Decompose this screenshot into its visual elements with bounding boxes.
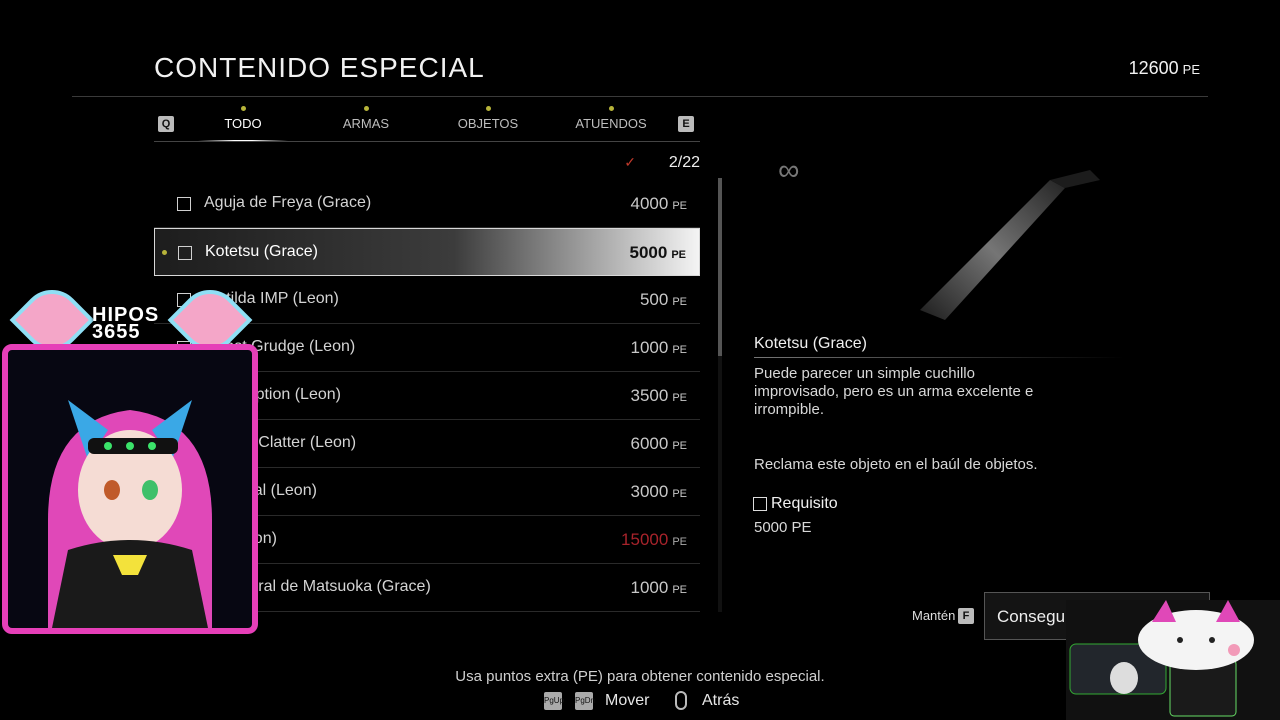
price-value: 3000	[630, 482, 669, 501]
check-icon: ✓	[624, 154, 636, 170]
price-value: 4000	[630, 194, 669, 213]
price-value: 15000	[621, 530, 669, 549]
price-unit: PE	[672, 584, 687, 596]
requirement-label: Requisito	[771, 495, 838, 512]
hold-label: Mantén	[912, 608, 956, 623]
item-price: 1000 PE	[630, 578, 687, 598]
overlay-brand: HIPOS 3655	[92, 305, 159, 343]
price-value: 3500	[630, 386, 669, 405]
mouse-icon	[675, 691, 687, 710]
price-unit: PE	[672, 200, 687, 212]
price-unit: PE	[672, 344, 687, 356]
owned-checkbox	[178, 246, 192, 260]
knife-preview-image	[920, 170, 1100, 320]
price-unit: PE	[672, 536, 687, 548]
mascot-image	[1069, 600, 1254, 717]
requirement-value: 5000 PE	[754, 519, 812, 536]
tab-new-dot	[609, 106, 614, 111]
tab-label: ATUENDOS	[575, 116, 647, 131]
back-control[interactable]: Atrás	[702, 692, 739, 710]
category-tabs: Q TODO ARMAS OBJETOS ATUENDOS E	[154, 104, 700, 142]
price-value: 500	[639, 290, 669, 309]
keyboard-cam-overlay	[1066, 600, 1280, 720]
tab-atuendos[interactable]: ATUENDOS	[566, 106, 656, 131]
tab-label: OBJETOS	[457, 116, 519, 131]
detail-description: Puede parecer un simple cuchillo improvi…	[754, 365, 1034, 418]
price-unit: PE	[671, 249, 686, 261]
price-unit: PE	[672, 392, 687, 404]
item-name: Aguja de Freya (Grace)	[204, 194, 372, 211]
points-value: 12600	[1128, 58, 1179, 78]
price-value: 5000	[629, 243, 668, 262]
tab-label: TODO	[224, 116, 262, 131]
tabs-divider	[154, 141, 700, 142]
list-item[interactable]: Aguja de Freya (Grace) 4000 PE	[154, 180, 700, 228]
hold-key-hint: F	[958, 608, 974, 624]
detail-divider	[754, 357, 1124, 358]
price-unit: PE	[672, 440, 687, 452]
owned-count: 2/22	[668, 154, 700, 171]
overlay-brand-line2: 3655	[92, 321, 141, 343]
owned-counter: ✓ 2/22	[154, 148, 700, 178]
price-value: 1000	[630, 578, 669, 597]
item-price: 3000 PE	[630, 482, 687, 502]
price-value: 6000	[630, 434, 669, 453]
tab-label: ARMAS	[342, 116, 390, 131]
tab-armas[interactable]: ARMAS	[321, 106, 411, 131]
owned-checkbox	[177, 197, 191, 211]
header-divider	[72, 96, 1208, 97]
tab-new-dot	[486, 106, 491, 111]
next-tab-key-hint[interactable]: E	[678, 116, 694, 132]
price-unit: PE	[672, 488, 687, 500]
item-price: 1000 PE	[630, 338, 687, 358]
list-item-selected[interactable]: Kotetsu (Grace) 5000 PE	[154, 228, 700, 276]
new-dot	[162, 250, 167, 255]
pgup-key-icon: PgUp	[544, 692, 564, 710]
points-balance: 12600 PE	[1129, 58, 1200, 79]
infinity-icon: ∞	[778, 154, 800, 187]
item-price: 4000 PE	[630, 194, 687, 214]
vtuber-avatar-image	[48, 400, 212, 628]
item-price: 5000 PE	[629, 243, 686, 263]
price-value: 1000	[630, 338, 669, 357]
list-scrollbar[interactable]	[718, 178, 722, 612]
scrollbar-thumb[interactable]	[718, 178, 722, 356]
detail-item-name: Kotetsu (Grace)	[754, 335, 867, 352]
move-control[interactable]: Mover	[605, 692, 649, 710]
prev-tab-key-hint[interactable]: Q	[158, 116, 174, 132]
requirement-checkbox	[753, 497, 767, 511]
detail-claim-note: Reclama este objeto en el baúl de objeto…	[754, 456, 1038, 473]
tab-new-dot	[241, 106, 246, 111]
item-price-unaffordable: 15000 PE	[621, 530, 687, 550]
item-price: 500 PE	[640, 290, 687, 310]
tab-new-dot	[364, 106, 369, 111]
pgdn-key-icon: PgDn	[575, 692, 595, 710]
item-price: 6000 PE	[630, 434, 687, 454]
tab-objetos[interactable]: OBJETOS	[443, 106, 533, 131]
webcam-overlay	[2, 344, 258, 634]
points-unit: PE	[1182, 62, 1200, 77]
page-title: CONTENIDO ESPECIAL	[154, 52, 485, 83]
tab-todo[interactable]: TODO	[198, 106, 288, 142]
item-name: Kotetsu (Grace)	[205, 243, 318, 260]
price-unit: PE	[672, 296, 687, 308]
item-price: 3500 PE	[630, 386, 687, 406]
